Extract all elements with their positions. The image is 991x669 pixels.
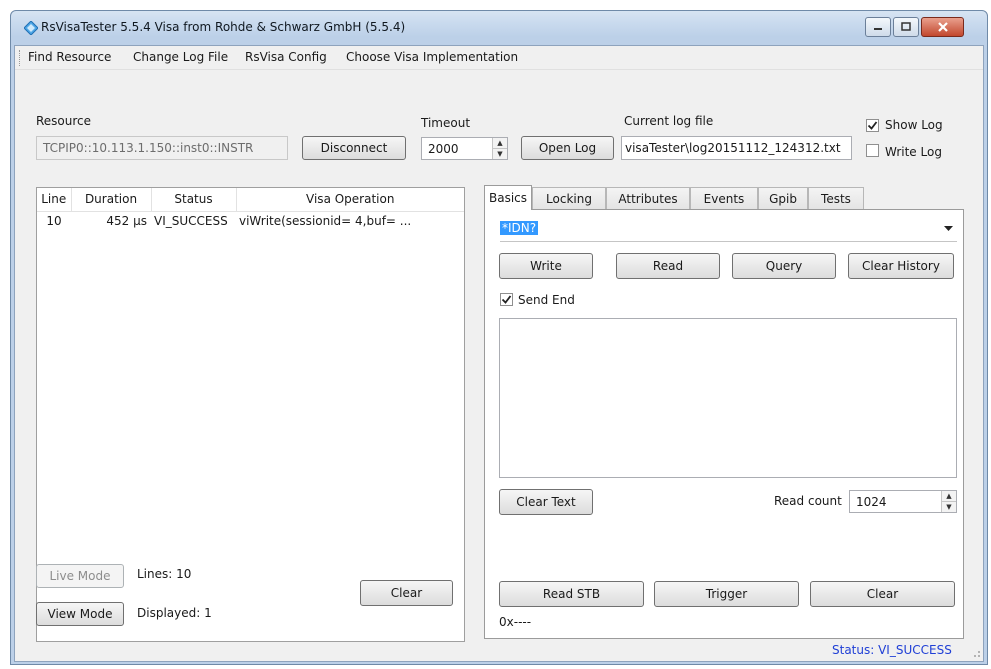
menu-find-resource[interactable]: Find Resource	[28, 50, 111, 64]
tab-gpib[interactable]: Gpib	[758, 187, 808, 209]
show-log-label: Show Log	[885, 118, 943, 132]
read-count-label: Read count	[774, 494, 842, 508]
send-end-label: Send End	[518, 293, 575, 307]
log-table: Line Duration Status Visa Operation 10 4…	[37, 188, 464, 231]
query-button[interactable]: Query	[732, 253, 836, 279]
command-combobox[interactable]: *IDN?	[500, 218, 957, 242]
menu-rsvisa-config[interactable]: RsVisa Config	[245, 50, 327, 64]
resource-label: Resource	[36, 114, 92, 128]
timeout-spinbox[interactable]: 2000 ▲ ▼	[421, 137, 508, 160]
cell-duration: 452 µs	[106, 214, 147, 229]
maximize-button[interactable]	[893, 17, 919, 37]
stb-clear-button[interactable]: Clear	[810, 581, 955, 607]
current-log-label: Current log file	[624, 114, 714, 128]
lines-count: Lines: 10	[137, 567, 192, 581]
send-end-checkbox[interactable]	[500, 293, 513, 306]
client-area: Find Resource Change Log File RsVisa Con…	[14, 45, 984, 662]
window-title: RsVisaTester 5.5.4 Visa from Rohde & Sch…	[41, 20, 406, 34]
response-textarea[interactable]	[499, 318, 957, 478]
view-mode-button[interactable]: View Mode	[36, 602, 124, 626]
show-log-checkbox[interactable]	[866, 119, 879, 132]
cell-line: 10	[46, 214, 62, 229]
read-button[interactable]: Read	[616, 253, 720, 279]
read-stb-button[interactable]: Read STB	[499, 581, 644, 607]
cell-status: VI_SUCCESS	[154, 214, 228, 229]
title-bar[interactable]: RsVisaTester 5.5.4 Visa from Rohde & Sch…	[11, 11, 987, 45]
column-header-visa-operation[interactable]: Visa Operation	[236, 188, 464, 212]
spin-down-icon[interactable]: ▼	[942, 501, 956, 512]
spin-up-icon[interactable]: ▲	[942, 491, 956, 501]
table-row[interactable]: 10 452 µs VI_SUCCESS viWrite(sessionid= …	[37, 211, 464, 231]
chevron-down-icon[interactable]	[944, 226, 953, 232]
log-clear-button[interactable]: Clear	[360, 580, 453, 606]
spin-down-icon[interactable]: ▼	[493, 148, 507, 159]
tab-panel: Basics Locking Attributes Events Gpib Te…	[484, 185, 964, 639]
resource-field[interactable]: TCPIP0::10.113.1.150::inst0::INSTR	[36, 136, 288, 160]
maximize-icon	[901, 22, 911, 31]
menu-change-log-file[interactable]: Change Log File	[133, 50, 228, 64]
tab-events[interactable]: Events	[690, 187, 758, 209]
read-count-value: 1024	[856, 494, 887, 509]
minimize-icon	[874, 28, 882, 30]
write-log-label: Write Log	[885, 145, 942, 159]
clear-text-button[interactable]: Clear Text	[499, 489, 593, 515]
displayed-count: Displayed: 1	[137, 606, 212, 620]
app-diamond-icon	[24, 21, 38, 35]
write-log-checkbox[interactable]	[866, 144, 879, 157]
spin-up-icon[interactable]: ▲	[493, 138, 507, 148]
resize-grip-icon[interactable]	[971, 648, 981, 658]
cell-visa-operation: viWrite(sessionid= 4,buf= ...	[239, 214, 412, 229]
tab-attributes[interactable]: Attributes	[606, 187, 690, 209]
menu-bar: Find Resource Change Log File RsVisa Con…	[15, 46, 983, 70]
status-bar-text: Status: VI_SUCCESS	[832, 643, 952, 657]
minimize-button[interactable]	[865, 17, 891, 37]
basics-tab-content: *IDN? Write Read Query Clear History Sen…	[484, 209, 964, 639]
live-mode-button[interactable]: Live Mode	[36, 564, 124, 588]
close-icon	[937, 22, 948, 32]
stb-value: 0x----	[499, 615, 532, 629]
timeout-spin-buttons[interactable]: ▲ ▼	[492, 138, 507, 159]
checkmark-icon	[501, 295, 512, 304]
write-button[interactable]: Write	[499, 253, 593, 279]
tab-basics[interactable]: Basics	[484, 185, 532, 210]
app-window: RsVisaTester 5.5.4 Visa from Rohde & Sch…	[10, 10, 988, 665]
timeout-value: 2000	[428, 141, 459, 156]
command-text[interactable]: *IDN?	[500, 221, 539, 235]
clear-history-button[interactable]: Clear History	[848, 253, 954, 279]
tab-locking[interactable]: Locking	[532, 187, 606, 209]
trigger-button[interactable]: Trigger	[654, 581, 799, 607]
read-count-spin-buttons[interactable]: ▲ ▼	[941, 491, 956, 512]
column-header-line[interactable]: Line	[37, 188, 72, 212]
tab-tests[interactable]: Tests	[808, 187, 864, 209]
read-count-spinbox[interactable]: 1024 ▲ ▼	[849, 490, 957, 513]
timeout-label: Timeout	[421, 116, 471, 130]
open-log-button[interactable]: Open Log	[521, 136, 614, 160]
close-button[interactable]	[921, 17, 964, 37]
disconnect-button[interactable]: Disconnect	[302, 136, 406, 160]
checkmark-icon	[867, 121, 878, 130]
column-header-duration[interactable]: Duration	[71, 188, 152, 212]
current-log-field[interactable]: visaTester\log20151112_124312.txt	[621, 136, 852, 160]
menu-choose-visa-implementation[interactable]: Choose Visa Implementation	[346, 50, 518, 64]
column-header-status[interactable]: Status	[151, 188, 237, 212]
toolbar-grip[interactable]	[19, 50, 21, 66]
